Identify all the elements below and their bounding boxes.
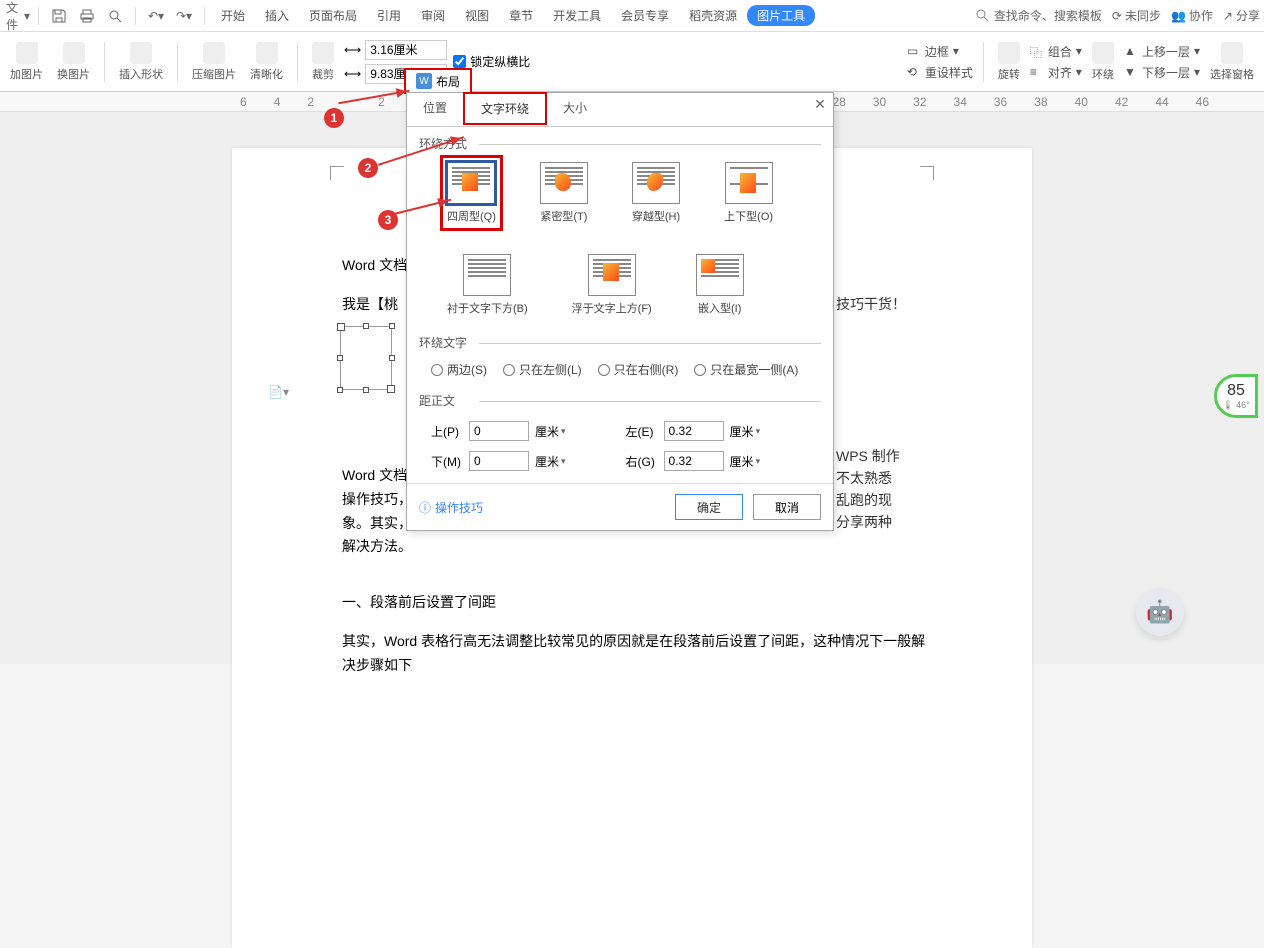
ok-button[interactable]: 确定 (675, 494, 743, 520)
doc-r1: WPS 制作 (836, 446, 900, 466)
save-icon[interactable] (47, 4, 71, 28)
radio-both[interactable]: 两边(S) (431, 361, 487, 378)
annotation-1: 1 (324, 108, 344, 128)
radio-right[interactable]: 只在右侧(R) (598, 361, 679, 378)
tab-dev[interactable]: 开发工具 (543, 7, 611, 24)
tab-resource[interactable]: 稻壳资源 (679, 7, 747, 24)
tips-link[interactable]: 操作技巧 (419, 499, 483, 516)
wrap-opt-through[interactable]: 穿越型(H) (632, 162, 680, 224)
compress-group[interactable]: 压缩图片 (188, 42, 240, 82)
preview-icon[interactable] (103, 4, 127, 28)
file-menu[interactable]: 文件▾ (6, 4, 30, 28)
print-icon[interactable] (75, 4, 99, 28)
add-pic-group[interactable]: 加图片 (6, 42, 47, 82)
select-pane-group[interactable]: 选择窗格 (1206, 42, 1258, 82)
doc-r2: 不太熟悉 (836, 468, 892, 488)
layout-button[interactable]: W 布局 (404, 68, 472, 94)
align-button[interactable]: ≡对齐▾ (1030, 64, 1082, 81)
layout-dialog: ✕ 位置 文字环绕 大小 环绕方式 四周型(Q) 紧密型(T) 穿越型(H) 上… (406, 92, 834, 531)
word-icon: W (416, 73, 432, 89)
up-layer-button[interactable]: ▲上移一层▾ (1124, 43, 1200, 60)
wrap-opt-square[interactable]: 四周型(Q) (447, 162, 496, 224)
tab-member[interactable]: 会员专享 (611, 7, 679, 24)
wrap-group[interactable]: 环绕 (1088, 42, 1118, 82)
wrap-opt-topbot[interactable]: 上下型(O) (724, 162, 773, 224)
redo-icon[interactable]: ↷▾ (172, 4, 196, 28)
undo-icon[interactable]: ↶▾ (144, 4, 168, 28)
assistant-avatar[interactable]: 🤖 (1136, 588, 1184, 636)
doc-heading1: 一、段落前后设置了间距 (342, 592, 496, 612)
rotate-group[interactable]: 旋转 (994, 42, 1024, 82)
performance-badge[interactable]: 85 🌡 46° (1214, 374, 1258, 418)
tab-pagelayout[interactable]: 页面布局 (299, 7, 367, 24)
label-top: 上(P) (431, 423, 463, 440)
group-button[interactable]: ⿻组合▾ (1030, 43, 1082, 60)
doc-r4: 分享两种 (836, 512, 892, 532)
wrap-opt-tight[interactable]: 紧密型(T) (540, 162, 588, 224)
dialog-tab-position[interactable]: 位置 (407, 93, 463, 126)
width-input[interactable] (365, 40, 447, 60)
radio-left[interactable]: 只在左侧(L) (503, 361, 582, 378)
label-right: 右(G) (626, 453, 658, 470)
selected-image[interactable] (340, 326, 392, 390)
share-button[interactable]: ↗分享 (1223, 7, 1260, 24)
tab-start[interactable]: 开始 (211, 7, 255, 24)
down-layer-button[interactable]: ▼下移一层▾ (1124, 64, 1200, 81)
annotation-2: 2 (358, 158, 378, 178)
tab-review[interactable]: 审阅 (411, 7, 455, 24)
float-toolbar[interactable]: 📄▾ (268, 382, 298, 402)
doc-intro-right: 技巧干货！ (836, 294, 906, 314)
wrap-opt-inline[interactable]: 嵌入型(I) (696, 254, 744, 316)
input-bottom[interactable] (469, 451, 529, 471)
sync-status[interactable]: ⟳未同步 (1112, 7, 1161, 24)
width-icon: ⟷ (344, 43, 361, 57)
input-left[interactable] (664, 421, 724, 441)
doc-body2: 其实，Word 表格行高无法调整比较常见的原因就是在段落前后设置了间距，这种情况… (342, 630, 932, 678)
label-left: 左(E) (626, 423, 658, 440)
label-bottom: 下(M) (431, 453, 463, 470)
collab-button[interactable]: 👥协作 (1171, 7, 1213, 24)
section-wrap-text: 环绕文字 (419, 334, 821, 351)
tab-insert[interactable]: 插入 (255, 7, 299, 24)
cancel-button[interactable]: 取消 (753, 494, 821, 520)
tab-view[interactable]: 视图 (455, 7, 499, 24)
doc-r3: 乱跑的现 (836, 490, 892, 510)
search-box[interactable]: 查找命令、搜索模板 (975, 7, 1102, 24)
radio-widest[interactable]: 只在最宽一侧(A) (694, 361, 798, 378)
dialog-tab-wrap[interactable]: 文字环绕 (463, 92, 547, 125)
border-button[interactable]: ▭边框▾ (907, 43, 973, 60)
wrap-opt-behind[interactable]: 衬于文字下方(B) (447, 254, 528, 316)
clearify-group[interactable]: 清晰化 (246, 42, 287, 82)
section-wrap-mode: 环绕方式 (419, 135, 821, 152)
input-top[interactable] (469, 421, 529, 441)
reset-style-button[interactable]: ⟲重设样式 (907, 64, 973, 81)
crop-group[interactable]: 裁剪 (308, 42, 338, 82)
section-margin: 距正文 (419, 392, 821, 409)
height-icon: ⟷ (344, 67, 361, 81)
doc-intro: 我是【桃 (342, 294, 398, 314)
tab-picture-tools[interactable]: 图片工具 (747, 5, 815, 26)
insert-shape-group[interactable]: 插入形状 (115, 42, 167, 82)
input-right[interactable] (664, 451, 724, 471)
tab-reference[interactable]: 引用 (367, 7, 411, 24)
doc-title: Word 文档 (342, 255, 407, 275)
wrap-opt-front[interactable]: 浮于文字上方(F) (572, 254, 652, 316)
change-pic-group[interactable]: 换图片 (53, 42, 94, 82)
dialog-tab-size[interactable]: 大小 (547, 93, 603, 126)
tab-chapter[interactable]: 章节 (499, 7, 543, 24)
